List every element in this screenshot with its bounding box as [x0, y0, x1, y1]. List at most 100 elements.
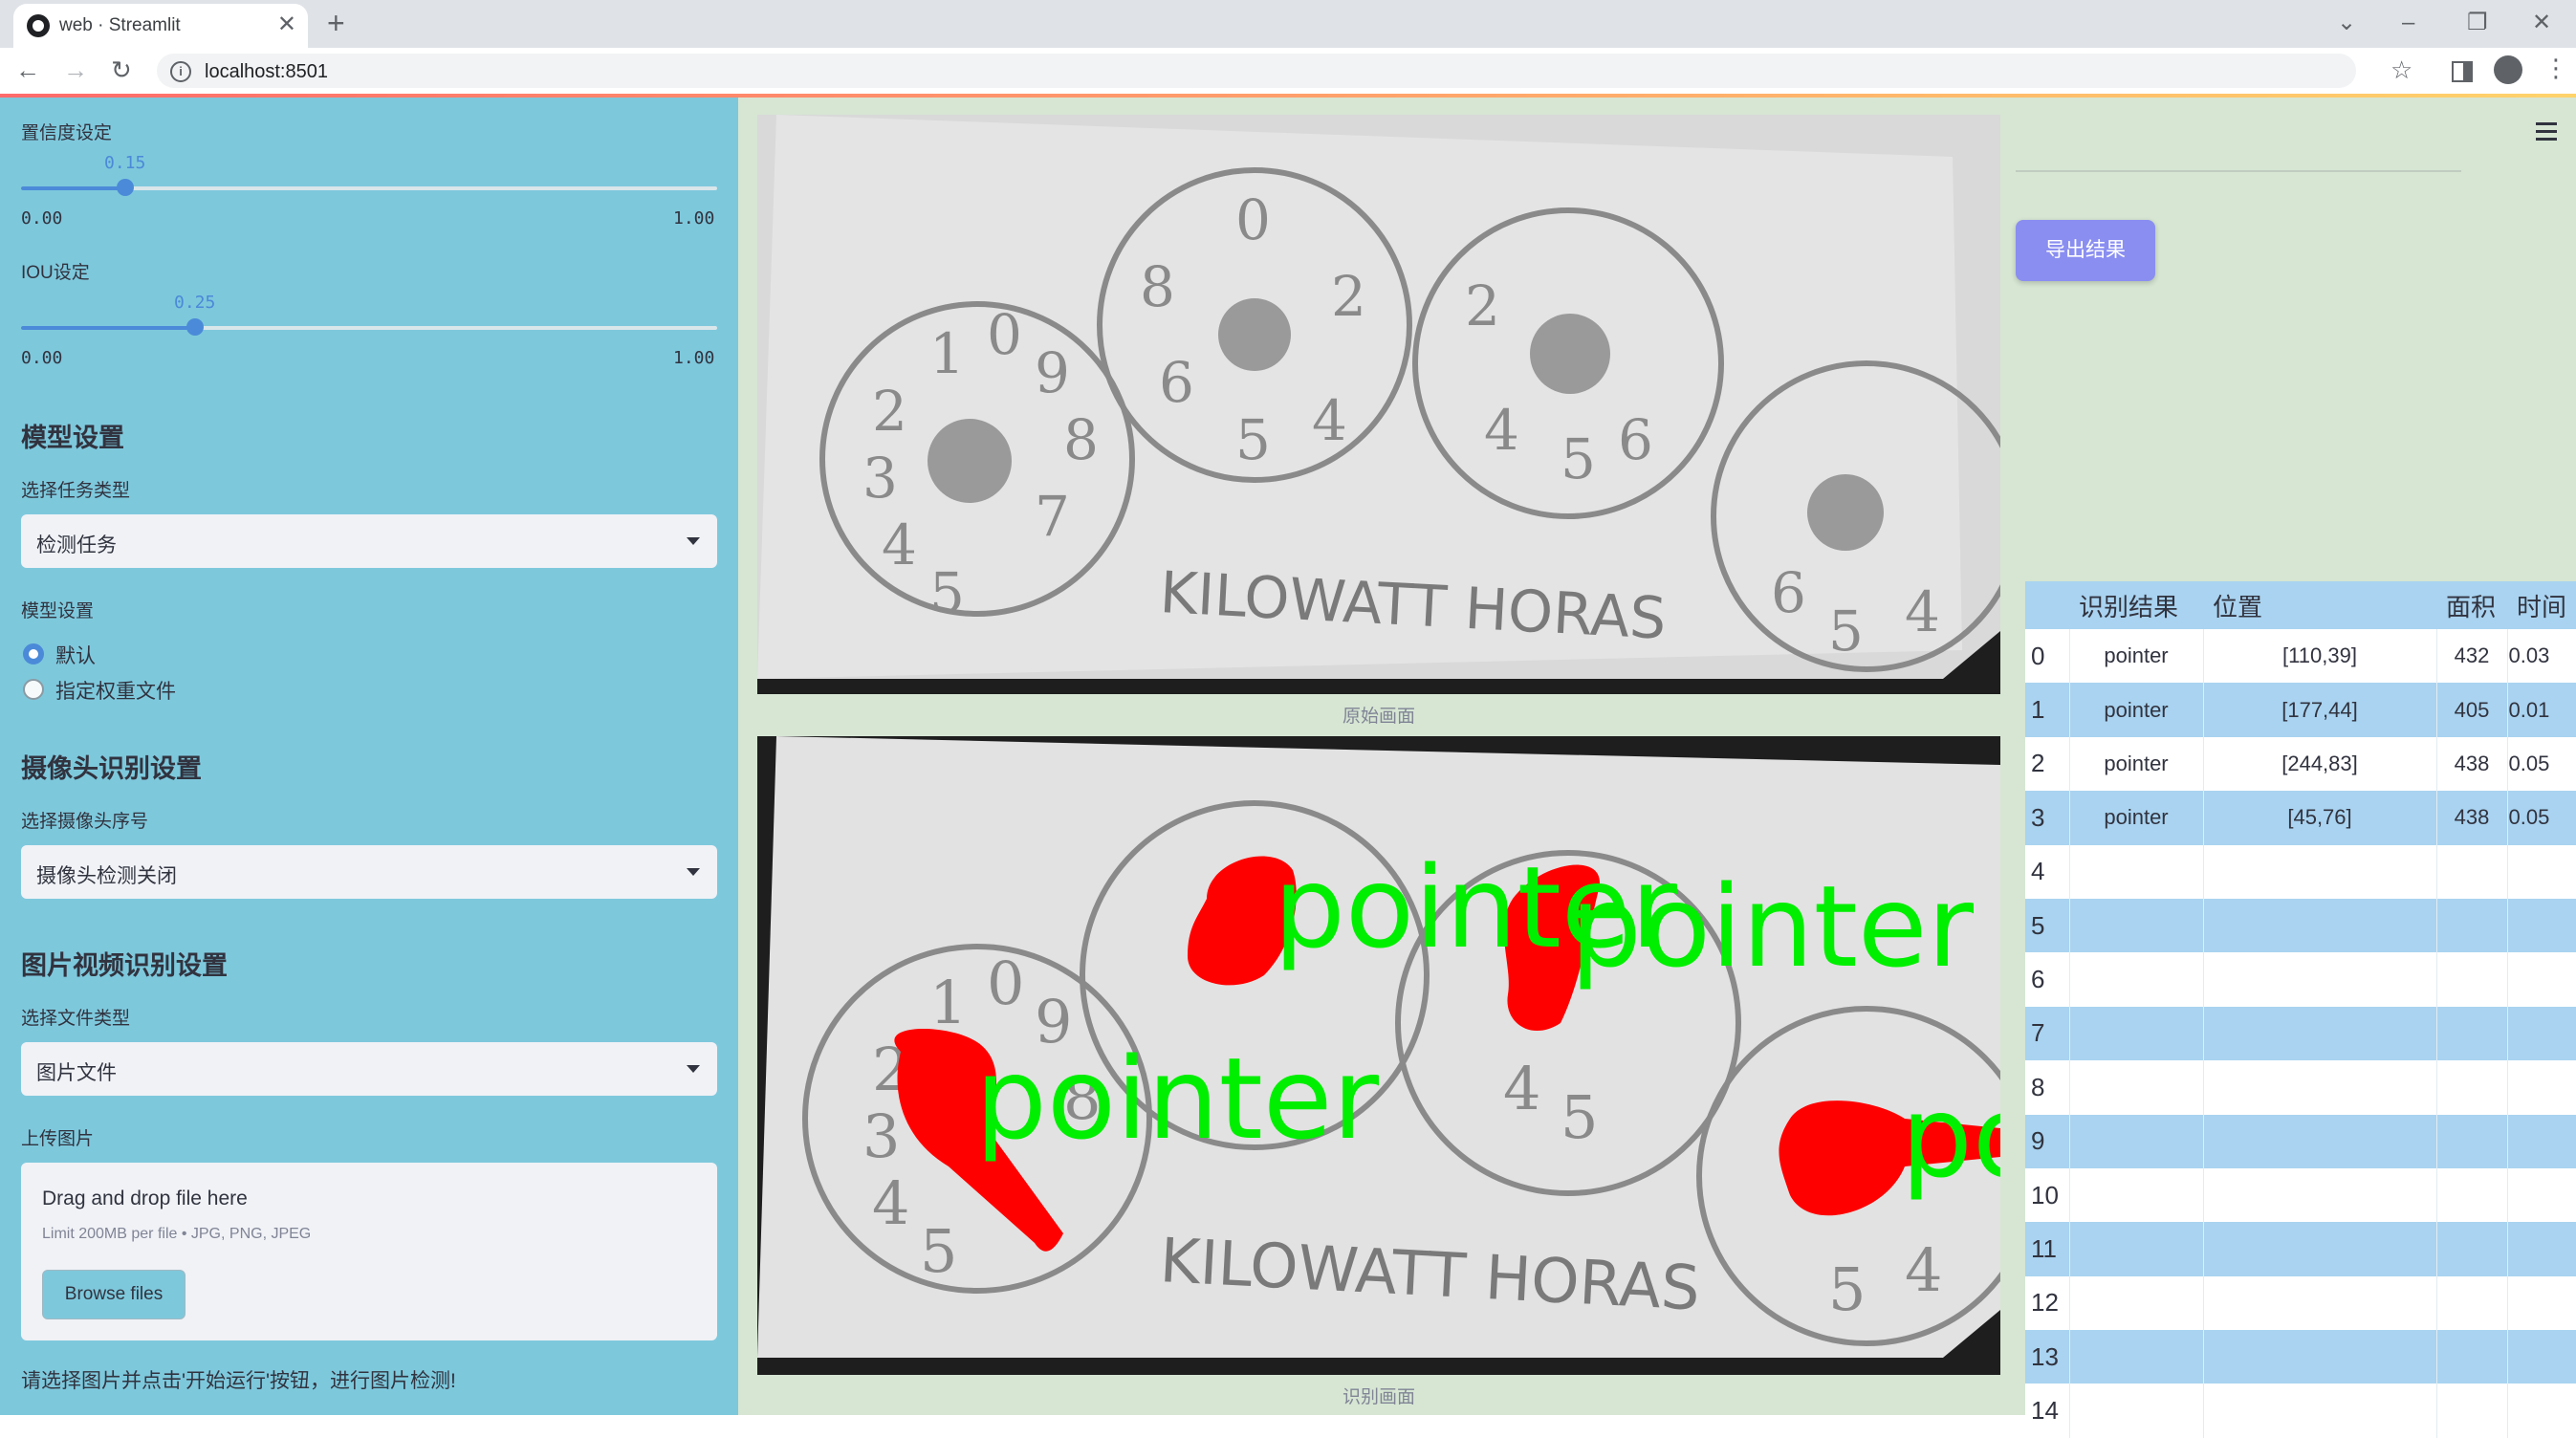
row-index[interactable]: 1 — [2025, 683, 2070, 737]
header-result[interactable]: 识别结果 — [2069, 581, 2203, 629]
table-row[interactable]: 10 — [2025, 1167, 2576, 1223]
cell-position[interactable] — [2203, 1114, 2437, 1168]
cell-area[interactable] — [2436, 1006, 2508, 1061]
cell-result[interactable] — [2069, 1006, 2204, 1061]
table-row[interactable]: 2 pointer [244,83] 438 0.05 — [2025, 736, 2576, 792]
cell-time[interactable] — [2507, 1006, 2576, 1061]
restore-icon[interactable]: ❐ — [2467, 6, 2488, 40]
cell-area[interactable] — [2436, 1114, 2508, 1168]
table-row[interactable]: 0 pointer [110,39] 432 0.03 — [2025, 629, 2576, 684]
cell-result[interactable] — [2069, 1167, 2204, 1223]
cell-position[interactable]: [177,44] — [2203, 683, 2437, 737]
cell-position[interactable] — [2203, 898, 2437, 953]
tab-close-icon[interactable]: ✕ — [277, 11, 296, 38]
results-table[interactable]: 识别结果 位置 面积 时间 0 pointer [110,39] 432 0.03 1 po… — [2025, 581, 2576, 1438]
cell-result[interactable] — [2069, 1330, 2204, 1384]
row-index[interactable]: 5 — [2025, 898, 2070, 953]
cell-area[interactable] — [2436, 1384, 2508, 1438]
cell-result[interactable] — [2069, 952, 2204, 1007]
cell-time[interactable] — [2507, 1275, 2576, 1331]
header-area[interactable]: 面积 — [2436, 581, 2507, 629]
radio-custom-weights-label[interactable]: 指定权重文件 — [55, 676, 176, 705]
cell-result[interactable] — [2069, 1060, 2204, 1115]
table-row[interactable]: 11 — [2025, 1222, 2576, 1276]
table-row[interactable]: 8 — [2025, 1060, 2576, 1115]
row-index[interactable]: 3 — [2025, 791, 2070, 845]
row-index[interactable]: 6 — [2025, 952, 2070, 1007]
tab-search-chevron-icon[interactable]: ⌄ — [2337, 6, 2356, 40]
table-row[interactable]: 4 — [2025, 844, 2576, 899]
row-index[interactable]: 9 — [2025, 1114, 2070, 1168]
cell-area[interactable]: 405 — [2436, 683, 2508, 737]
cell-time[interactable] — [2507, 1114, 2576, 1168]
radio-default[interactable] — [23, 643, 44, 665]
cell-position[interactable] — [2203, 844, 2437, 899]
cell-result[interactable] — [2069, 844, 2204, 899]
cell-time[interactable]: 0.05 — [2507, 736, 2576, 792]
cell-time[interactable] — [2507, 1167, 2576, 1223]
cell-time[interactable] — [2507, 1222, 2576, 1276]
cell-position[interactable] — [2203, 1222, 2437, 1276]
side-panel-icon[interactable] — [2452, 61, 2473, 82]
cell-position[interactable] — [2203, 1060, 2437, 1115]
cell-time[interactable] — [2507, 1330, 2576, 1384]
cell-area[interactable] — [2436, 1222, 2508, 1276]
cell-position[interactable]: [110,39] — [2203, 629, 2437, 684]
back-arrow-icon[interactable]: ← — [15, 55, 40, 84]
cell-result[interactable]: pointer — [2069, 629, 2204, 684]
confidence-slider[interactable] — [21, 179, 717, 196]
cell-time[interactable]: 0.03 — [2507, 629, 2576, 684]
cell-result[interactable] — [2069, 1114, 2204, 1168]
cell-area[interactable] — [2436, 898, 2508, 953]
browse-files-button[interactable]: Browse files — [42, 1270, 186, 1319]
cell-position[interactable] — [2203, 1006, 2437, 1061]
cell-area[interactable] — [2436, 1330, 2508, 1384]
row-index[interactable]: 12 — [2025, 1275, 2070, 1331]
row-index[interactable]: 14 — [2025, 1384, 2070, 1438]
cell-time[interactable] — [2507, 844, 2576, 899]
cell-result[interactable]: pointer — [2069, 736, 2204, 792]
camera-index-select[interactable]: 摄像头检测关闭 — [21, 845, 717, 899]
cell-area[interactable]: 438 — [2436, 736, 2508, 792]
cell-result[interactable]: pointer — [2069, 791, 2204, 845]
row-index[interactable]: 4 — [2025, 844, 2070, 899]
table-row[interactable]: 6 — [2025, 952, 2576, 1007]
iou-slider[interactable] — [21, 318, 717, 336]
cell-position[interactable] — [2203, 1275, 2437, 1331]
cell-time[interactable] — [2507, 952, 2576, 1007]
table-row[interactable]: 12 — [2025, 1275, 2576, 1331]
address-bar[interactable]: i localhost:8501 — [157, 54, 2356, 88]
profile-avatar-icon[interactable] — [2494, 55, 2522, 84]
cell-position[interactable]: [45,76] — [2203, 791, 2437, 845]
row-index[interactable]: 7 — [2025, 1006, 2070, 1061]
table-row[interactable]: 9 — [2025, 1114, 2576, 1168]
row-index[interactable]: 13 — [2025, 1330, 2070, 1384]
header-time[interactable]: 时间 — [2507, 581, 2576, 629]
file-uploader-dropzone[interactable]: Drag and drop file here Limit 200MB per … — [21, 1163, 717, 1340]
cell-area[interactable] — [2436, 1060, 2508, 1115]
window-close-icon[interactable]: ✕ — [2532, 6, 2551, 40]
cell-result[interactable] — [2069, 1384, 2204, 1438]
site-info-icon[interactable]: i — [170, 61, 191, 82]
cell-time[interactable]: 0.01 — [2507, 683, 2576, 737]
row-index[interactable]: 0 — [2025, 629, 2070, 684]
browser-menu-icon[interactable]: ⋮ — [2543, 54, 2568, 82]
row-index[interactable]: 11 — [2025, 1222, 2070, 1276]
url-text[interactable]: localhost:8501 — [205, 61, 328, 83]
new-tab-button[interactable]: + — [327, 6, 345, 40]
cell-area[interactable]: 432 — [2436, 629, 2508, 684]
cell-area[interactable] — [2436, 1167, 2508, 1223]
cell-area[interactable]: 438 — [2436, 791, 2508, 845]
cell-time[interactable] — [2507, 1384, 2576, 1438]
radio-default-label[interactable]: 默认 — [55, 641, 96, 669]
cell-time[interactable]: 0.05 — [2507, 791, 2576, 845]
header-position[interactable]: 位置 — [2203, 581, 2436, 629]
minimize-icon[interactable]: – — [2402, 6, 2414, 40]
radio-custom-weights[interactable] — [23, 679, 44, 700]
reload-icon[interactable]: ↻ — [111, 55, 132, 84]
cell-position[interactable] — [2203, 1167, 2437, 1223]
export-results-button[interactable]: 导出结果 — [2016, 220, 2155, 281]
table-row[interactable]: 3 pointer [45,76] 438 0.05 — [2025, 791, 2576, 845]
cell-time[interactable] — [2507, 898, 2576, 953]
row-index[interactable]: 8 — [2025, 1060, 2070, 1115]
